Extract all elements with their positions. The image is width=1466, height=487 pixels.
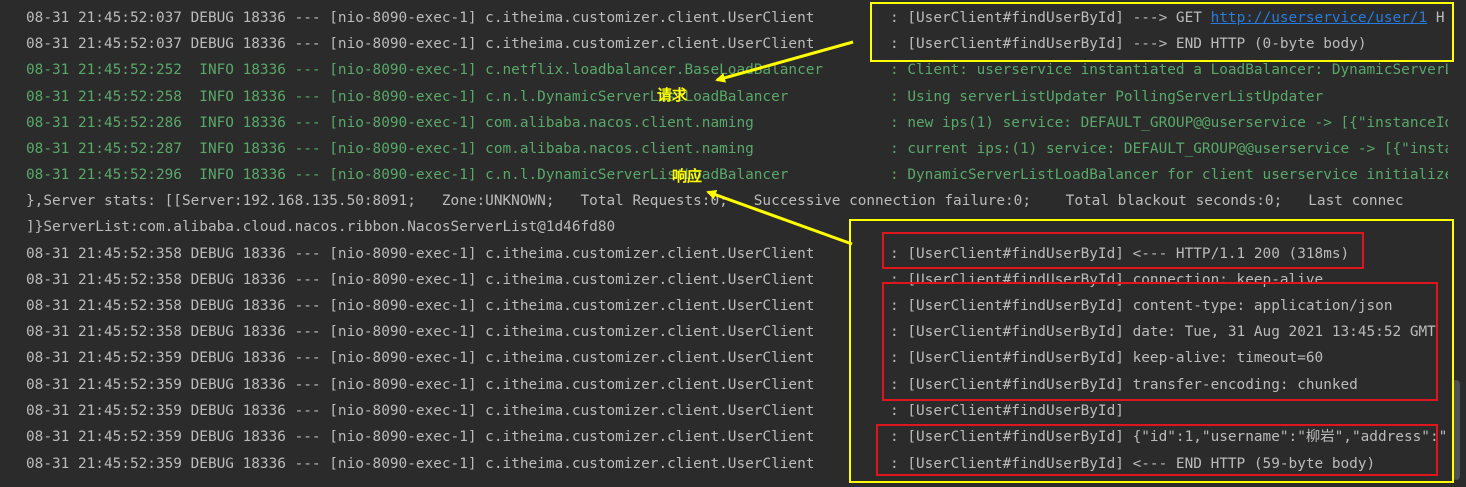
request-annotation-label: 请求: [657, 86, 688, 104]
request-arrow-icon: [715, 40, 854, 83]
annotation-arrows: [706, 40, 854, 246]
response-arrow-icon: [706, 190, 853, 246]
response-annotation-label: 响应: [672, 167, 703, 185]
